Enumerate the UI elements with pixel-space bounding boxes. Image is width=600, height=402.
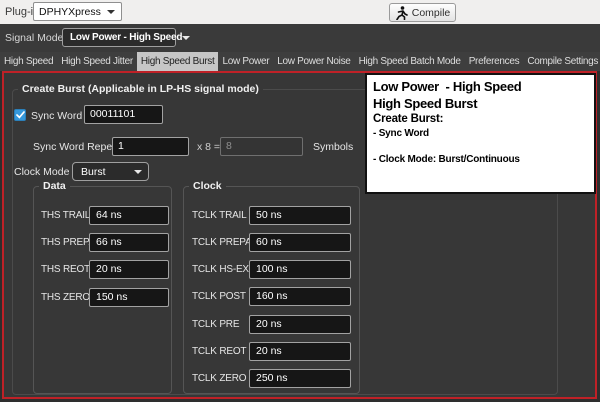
sync-word-repeat-label: Sync Word Repeat [33, 141, 121, 153]
info-line: Low Power - High Speed [373, 78, 594, 95]
ths-trail-input[interactable]: 64 ns [89, 206, 169, 225]
plugin-dropdown-value: DPHYXpress [34, 6, 107, 18]
tab-low-power-noise[interactable]: Low Power Noise [273, 52, 354, 71]
data-timing-group: Data THS TRAIL 64 ns THS PREPARE 66 ns T… [33, 186, 172, 394]
table-row: THS ZERO 150 ns [34, 288, 171, 307]
clock-timing-group: Clock TCLK TRAIL 50 ns TCLK PREPARE 60 n… [183, 186, 360, 394]
table-row: THS TRAIL 64 ns [34, 206, 171, 225]
tclk-pre-label: TCLK PRE [192, 319, 239, 330]
tab-bar: High Speed High Speed Jitter High Speed … [0, 52, 600, 71]
tab-low-power[interactable]: Low Power [218, 52, 273, 71]
tclk-reot-label: TCLK REOT [192, 346, 246, 357]
chevron-down-icon [182, 36, 190, 40]
data-group-legend: Data [39, 180, 70, 192]
chevron-down-icon [134, 170, 142, 174]
compile-button[interactable]: Compile [389, 3, 456, 22]
ths-zero-input[interactable]: 150 ns [89, 288, 169, 307]
clock-mode-dropdown-value: Burst [73, 166, 134, 178]
ths-reot-input[interactable]: 20 ns [89, 260, 169, 279]
symbols-computed-field: 8 [220, 137, 303, 156]
info-line-spacer [373, 140, 594, 153]
sync-word-checkbox[interactable] [14, 109, 26, 121]
tclk-hs-exit-label: TCLK HS-EXIT [192, 264, 257, 275]
tclk-pre-input[interactable]: 20 ns [249, 315, 351, 334]
info-line: - Clock Mode: Burst/Continuous [373, 153, 594, 166]
tclk-trail-label: TCLK TRAIL [192, 210, 247, 221]
signal-mode-label: Signal Mode: [5, 32, 66, 44]
signal-mode-dropdown-value: Low Power - High Speed [63, 32, 182, 43]
tclk-zero-label: TCLK ZERO [192, 373, 246, 384]
tab-high-speed[interactable]: High Speed [0, 52, 57, 71]
tclk-reot-input[interactable]: 20 ns [249, 342, 351, 361]
ths-prepare-input[interactable]: 66 ns [89, 233, 169, 252]
compile-button-label: Compile [412, 7, 451, 19]
tclk-trail-input[interactable]: 50 ns [249, 206, 351, 225]
tab-compile-settings[interactable]: Compile Settings [523, 52, 600, 71]
table-row: TCLK PREPARE 60 ns [184, 233, 359, 252]
sync-word-label: Sync Word [31, 110, 82, 122]
signal-mode-bar: Signal Mode: Low Power - High Speed [0, 24, 600, 52]
clock-mode-label: Clock Mode [14, 166, 69, 178]
chevron-down-icon [107, 10, 115, 14]
tclk-post-input[interactable]: 160 ns [249, 287, 351, 306]
create-burst-group-legend: Create Burst (Applicable in LP-HS signal… [18, 83, 263, 95]
ths-reot-label: THS REOT [41, 264, 90, 275]
symbols-unit-label: Symbols [313, 141, 353, 153]
top-toolbar: Plug-in: DPHYXpress Compile [0, 0, 600, 24]
clock-mode-dropdown[interactable]: Burst [72, 162, 149, 181]
table-row: TCLK POST 160 ns [184, 287, 359, 306]
info-line: - Sync Word [373, 127, 594, 140]
table-row: THS REOT 20 ns [34, 260, 171, 279]
signal-mode-dropdown[interactable]: Low Power - High Speed [62, 28, 176, 47]
sync-word-repeat-input[interactable]: 1 [112, 137, 189, 156]
high-speed-burst-panel: Create Burst (Applicable in LP-HS signal… [2, 71, 597, 399]
tab-preferences[interactable]: Preferences [465, 52, 524, 71]
tclk-hs-exit-input[interactable]: 100 ns [249, 260, 351, 279]
tclk-zero-input[interactable]: 250 ns [249, 369, 351, 388]
ths-zero-label: THS ZERO [41, 292, 90, 303]
table-row: TCLK REOT 20 ns [184, 342, 359, 361]
table-row: TCLK PRE 20 ns [184, 315, 359, 334]
clock-group-legend: Clock [189, 180, 226, 192]
table-row: TCLK HS-EXIT 100 ns [184, 260, 359, 279]
table-row: TCLK TRAIL 50 ns [184, 206, 359, 225]
compile-run-icon [395, 6, 408, 20]
table-row: TCLK ZERO 250 ns [184, 369, 359, 388]
info-line: Create Burst: [373, 112, 594, 127]
info-line: High Speed Burst [373, 95, 594, 112]
repeat-multiplier-label: x 8 = [197, 141, 220, 153]
sync-word-input[interactable]: 00011101 [84, 105, 163, 124]
tclk-post-label: TCLK POST [192, 291, 246, 302]
table-row: THS PREPARE 66 ns [34, 233, 171, 252]
tab-high-speed-burst[interactable]: High Speed Burst [137, 52, 219, 71]
tclk-prepare-input[interactable]: 60 ns [249, 233, 351, 252]
tab-help-info-box: Low Power - High Speed High Speed Burst … [365, 73, 596, 194]
tab-high-speed-batch-mode[interactable]: High Speed Batch Mode [355, 52, 465, 71]
ths-trail-label: THS TRAIL [41, 210, 90, 221]
tab-high-speed-jitter[interactable]: High Speed Jitter [57, 52, 137, 71]
check-icon [16, 111, 25, 119]
plugin-dropdown[interactable]: DPHYXpress [33, 2, 122, 21]
